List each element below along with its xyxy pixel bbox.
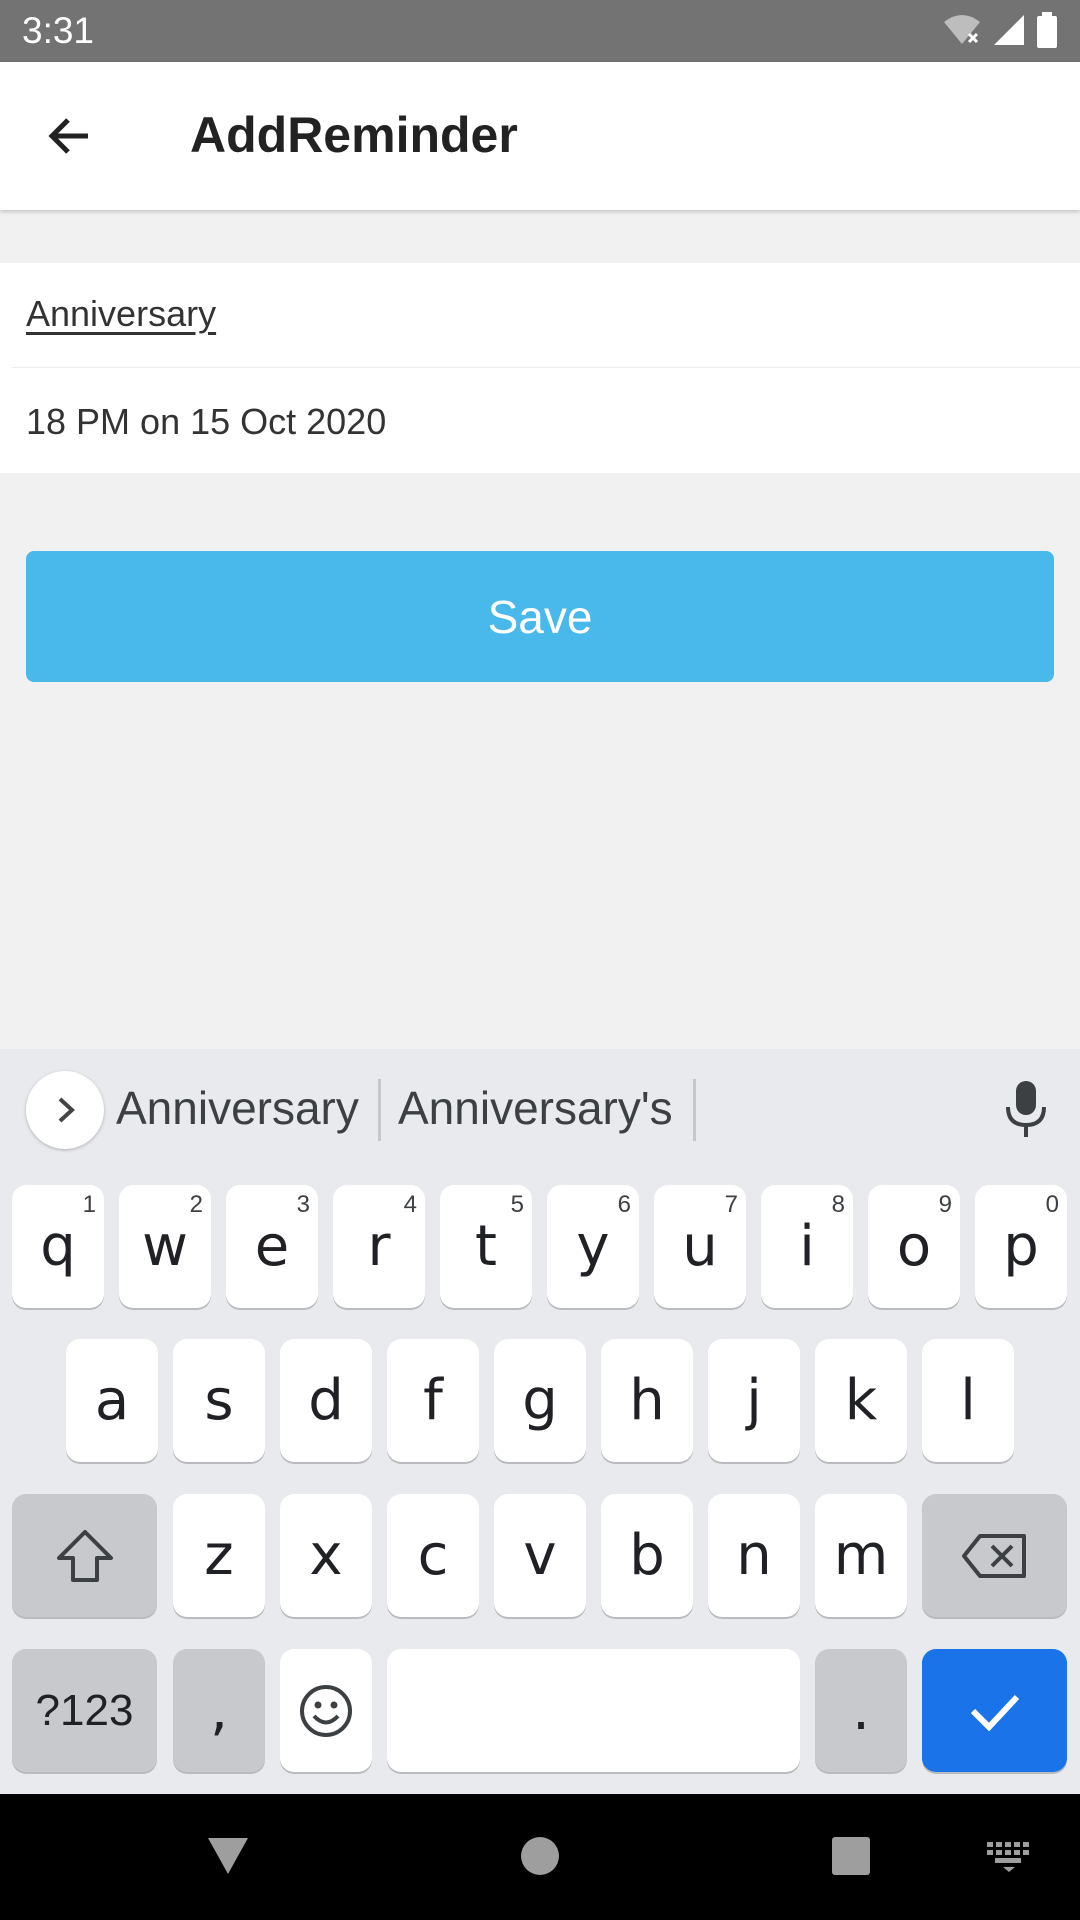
save-button[interactable]: Save	[26, 551, 1054, 682]
done-key[interactable]	[922, 1649, 1067, 1772]
key-x[interactable]: x	[280, 1494, 372, 1617]
arrow-left-icon	[48, 118, 88, 154]
key-label: y	[576, 1214, 610, 1279]
status-icons	[942, 12, 1058, 53]
field-divider	[12, 367, 1080, 368]
key-w[interactable]: w2	[119, 1185, 211, 1308]
key-d[interactable]: d	[280, 1339, 372, 1462]
key-m[interactable]: m	[815, 1494, 907, 1617]
microphone-icon[interactable]	[1004, 1079, 1048, 1144]
key-a[interactable]: a	[66, 1339, 158, 1462]
screen: 3:31 AddReminder Anniversary 18 PM on 15…	[0, 0, 1080, 1920]
key-hint: 1	[82, 1191, 96, 1218]
suggestion-separator	[693, 1079, 696, 1141]
status-time: 3:31	[22, 10, 95, 51]
key-y[interactable]: y6	[547, 1185, 639, 1308]
navigation-bar	[0, 1794, 1080, 1920]
key-j[interactable]: j	[708, 1339, 800, 1462]
soft-keyboard: Anniversary Anniversary's q1 w2 e3 r4 t5…	[0, 1049, 1080, 1794]
suggestion-2[interactable]: Anniversary's	[398, 1081, 673, 1135]
key-i[interactable]: i8	[761, 1185, 853, 1308]
key-hint: 7	[724, 1191, 738, 1218]
app-bar: AddReminder	[0, 62, 1080, 210]
key-l[interactable]: l	[922, 1339, 1014, 1462]
key-q[interactable]: q1	[12, 1185, 104, 1308]
battery-icon	[1036, 12, 1058, 53]
key-k[interactable]: k	[815, 1339, 907, 1462]
signal-icon	[992, 13, 1026, 52]
key-v[interactable]: v	[494, 1494, 586, 1617]
status-bar: 3:31	[0, 0, 1080, 62]
key-hint: 4	[403, 1191, 417, 1218]
key-label: w	[142, 1214, 188, 1279]
back-nav-icon[interactable]	[206, 1836, 250, 1881]
key-label: i	[799, 1214, 815, 1279]
key-hint: 3	[296, 1191, 310, 1218]
chevron-right-icon	[58, 1097, 75, 1123]
key-u[interactable]: u7	[654, 1185, 746, 1308]
emoji-key[interactable]	[280, 1649, 372, 1772]
key-h[interactable]: h	[601, 1339, 693, 1462]
key-label: o	[896, 1214, 932, 1279]
suggestion-bar: Anniversary Anniversary's	[0, 1049, 1080, 1171]
comma-key[interactable]: ,	[173, 1649, 265, 1772]
key-hint: 9	[938, 1191, 952, 1218]
key-r[interactable]: r4	[333, 1185, 425, 1308]
emoji-icon	[300, 1684, 352, 1737]
key-s[interactable]: s	[173, 1339, 265, 1462]
keyboard-switch-icon[interactable]	[987, 1842, 1031, 1877]
reminder-name-input[interactable]: Anniversary	[26, 293, 216, 335]
shift-key[interactable]	[12, 1494, 157, 1617]
key-p[interactable]: p0	[975, 1185, 1067, 1308]
key-z[interactable]: z	[173, 1494, 265, 1617]
key-hint: 8	[831, 1191, 845, 1218]
shift-icon	[56, 1529, 113, 1582]
key-f[interactable]: f	[387, 1339, 479, 1462]
recents-nav-icon[interactable]	[831, 1836, 871, 1881]
reminder-form: Anniversary 18 PM on 15 Oct 2020	[0, 263, 1080, 473]
backspace-icon	[961, 1533, 1026, 1578]
suggestion-separator	[378, 1079, 381, 1141]
key-t[interactable]: t5	[440, 1185, 532, 1308]
expand-suggestions-button[interactable]	[26, 1071, 104, 1149]
suggestion-1[interactable]: Anniversary	[116, 1081, 359, 1135]
key-b[interactable]: b	[601, 1494, 693, 1617]
key-label: u	[682, 1214, 718, 1279]
key-label: r	[367, 1214, 391, 1279]
key-o[interactable]: o9	[868, 1185, 960, 1308]
backspace-key[interactable]	[922, 1494, 1067, 1617]
home-nav-icon[interactable]	[520, 1836, 560, 1881]
key-hint: 5	[510, 1191, 524, 1218]
space-key[interactable]	[387, 1649, 800, 1772]
key-label: e	[254, 1214, 290, 1279]
key-hint: 2	[189, 1191, 203, 1218]
key-c[interactable]: c	[387, 1494, 479, 1617]
key-label: t	[475, 1214, 497, 1279]
period-key[interactable]: .	[815, 1649, 907, 1772]
key-hint: 6	[617, 1191, 631, 1218]
checkmark-icon	[970, 1694, 1019, 1731]
key-n[interactable]: n	[708, 1494, 800, 1617]
key-hint: 0	[1045, 1191, 1059, 1218]
key-e[interactable]: e3	[226, 1185, 318, 1308]
key-label: p	[1003, 1214, 1039, 1279]
key-g[interactable]: g	[494, 1339, 586, 1462]
back-button[interactable]	[36, 102, 104, 170]
key-label: q	[40, 1214, 76, 1279]
wifi-off-icon	[942, 14, 982, 51]
page-title: AddReminder	[190, 107, 518, 163]
symbols-key[interactable]: ?123	[12, 1649, 157, 1772]
reminder-datetime-field[interactable]: 18 PM on 15 Oct 2020	[26, 401, 386, 443]
